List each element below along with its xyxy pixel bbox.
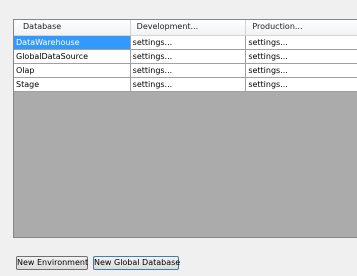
production-settings-cell[interactable]: settings... (246, 50, 357, 64)
database-grid[interactable]: Database Development... Production... Da… (13, 19, 357, 238)
column-header-development[interactable]: Development... (131, 20, 247, 35)
database-name-cell[interactable]: GlobalDataSource (14, 50, 131, 64)
table-row[interactable]: Stage settings... settings... (14, 78, 357, 92)
production-settings-cell[interactable]: settings... (246, 78, 357, 92)
development-settings-cell[interactable]: settings... (130, 36, 247, 50)
development-settings-cell[interactable]: settings... (130, 64, 247, 78)
database-name-cell[interactable]: Olap (14, 64, 131, 78)
new-environment-button[interactable]: New Environment (16, 256, 88, 270)
grid-header: Database Development... Production... (14, 20, 357, 36)
production-settings-cell[interactable]: settings... (246, 64, 357, 78)
development-settings-cell[interactable]: settings... (130, 78, 247, 92)
new-global-database-button[interactable]: New Global Database (93, 256, 180, 270)
column-header-database[interactable]: Database (14, 20, 131, 35)
database-name-cell[interactable]: Stage (14, 78, 131, 92)
database-name-cell[interactable]: DataWarehouse (14, 36, 131, 50)
table-row[interactable]: Olap settings... settings... (14, 64, 357, 78)
production-settings-cell[interactable]: settings... (246, 36, 357, 50)
column-header-production[interactable]: Production... (246, 20, 357, 35)
development-settings-cell[interactable]: settings... (130, 50, 247, 64)
table-row[interactable]: DataWarehouse settings... settings... (14, 36, 357, 50)
table-row[interactable]: GlobalDataSource settings... settings... (14, 50, 357, 64)
